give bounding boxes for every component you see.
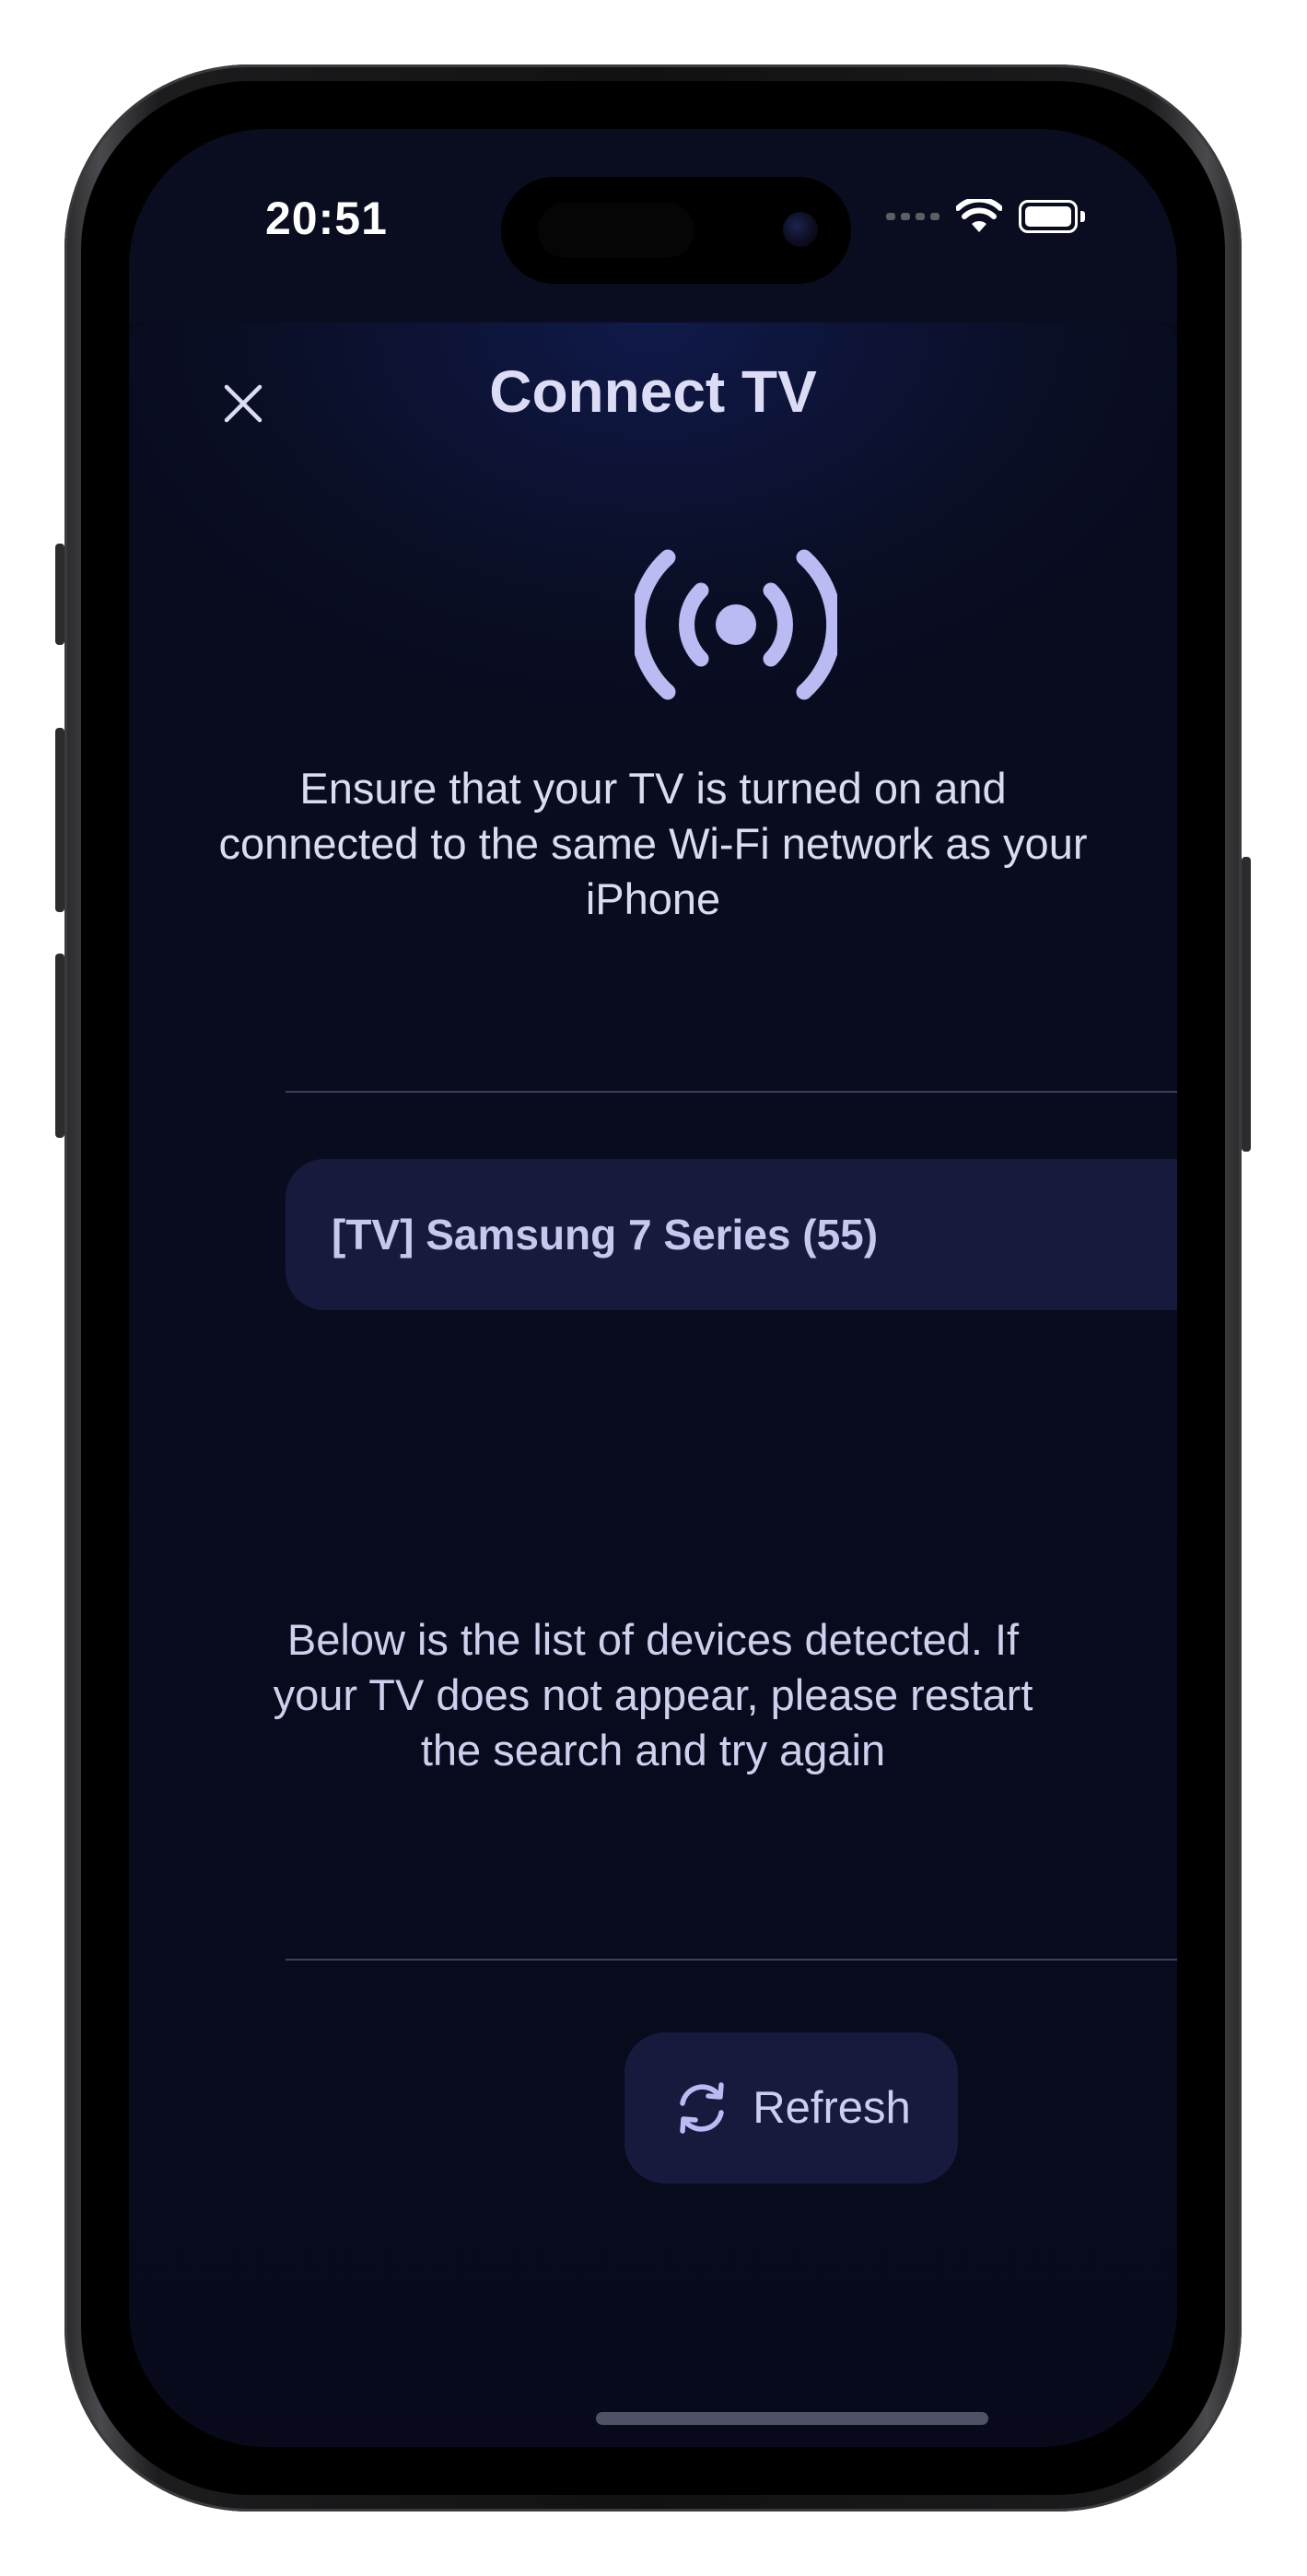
front-camera-icon (783, 212, 818, 247)
volume-up-button (55, 728, 64, 912)
broadcast-icon (635, 549, 837, 700)
action-button (55, 544, 64, 645)
detection-note: Below is the list of devices detected. I… (273, 1615, 1033, 1774)
refresh-button[interactable]: Refresh (624, 2032, 958, 2184)
status-bar: 20:51 (129, 129, 1177, 322)
status-time: 20:51 (265, 193, 388, 244)
phone-frame: 20:51 Connect TV Ensure that your TV is … (55, 64, 1251, 2512)
power-button (1242, 857, 1251, 1152)
device-label: [TV] Samsung 7 Series (55) (332, 1211, 879, 1259)
battery-icon (1019, 200, 1085, 233)
bezel: 20:51 Connect TV Ensure that your TV is … (81, 81, 1225, 2495)
home-indicator[interactable] (596, 2412, 988, 2425)
cellular-signal-icon (886, 213, 939, 220)
dynamic-island (501, 177, 851, 284)
island-sensor (538, 203, 694, 258)
status-icons (886, 199, 1085, 234)
divider-top (286, 1091, 1177, 1093)
device-row-samsung[interactable]: [TV] Samsung 7 Series (55) (286, 1159, 1177, 1310)
instructions-text: Ensure that your TV is turned on and con… (218, 764, 1088, 923)
screen: 20:51 Connect TV Ensure that your TV is … (129, 129, 1177, 2447)
refresh-label: Refresh (753, 2083, 911, 2133)
wifi-icon (956, 199, 1002, 232)
divider-bottom (286, 1959, 1177, 1961)
volume-down-button (55, 954, 64, 1138)
refresh-icon (680, 2082, 724, 2134)
page-title: Connect TV (489, 358, 817, 425)
